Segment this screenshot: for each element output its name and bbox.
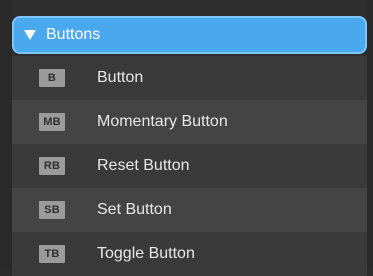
panel-gutter (0, 0, 12, 268)
momentary-button-badge-icon: MB (39, 113, 65, 131)
reset-button-badge-icon: RB (39, 157, 65, 175)
toolbox-item-momentary-button[interactable]: MB Momentary Button (12, 100, 367, 144)
toolbox-item-toggle-button[interactable]: TB Toggle Button (12, 232, 367, 276)
toolbox-item-button[interactable]: B Button (12, 56, 367, 100)
toolbox-item-label: Toggle Button (97, 245, 195, 262)
group-header-label: Buttons (46, 26, 101, 43)
toolbox-item-label: Set Button (97, 201, 172, 218)
toolbox-item-label: Reset Button (97, 157, 190, 174)
toolbox-item-label: Momentary Button (97, 113, 228, 130)
set-button-badge-icon: SB (39, 201, 65, 219)
group-header-buttons[interactable]: Buttons (12, 16, 367, 54)
toolbox-panel: Buttons B Button MB Momentary Button RB … (0, 0, 373, 276)
button-badge-icon: B (39, 69, 65, 87)
panel-edge (367, 0, 373, 268)
toolbox-item-set-button[interactable]: SB Set Button (12, 188, 367, 232)
collapse-triangle-icon[interactable] (24, 30, 36, 40)
toolbox-item-label: Button (97, 69, 144, 86)
toolbox-item-list: B Button MB Momentary Button RB Reset Bu… (12, 56, 367, 276)
toolbox-item-reset-button[interactable]: RB Reset Button (12, 144, 367, 188)
toggle-button-badge-icon: TB (39, 245, 65, 263)
